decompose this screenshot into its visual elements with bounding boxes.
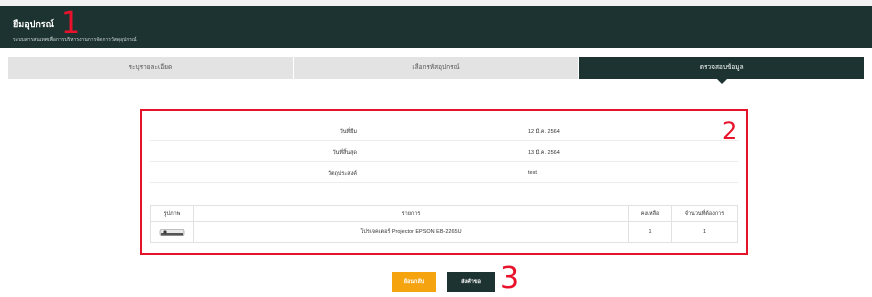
page-title: ยืมอุปกรณ์: [13, 19, 54, 29]
item-image-cell: [150, 221, 194, 243]
items-table-header: รูปภาพ รายการ คงเหลือ จำนวนที่ต้องการ: [150, 205, 738, 222]
item-column-header: รายการ: [193, 205, 629, 222]
purpose-label: วัตถุประสงค์: [327, 171, 357, 177]
summary-row: วัตถุประสงค์ test: [150, 162, 738, 183]
tab-specify-details[interactable]: ระบุรายละเอียด: [8, 57, 294, 79]
end-date-label: วันที่สิ้นสุด: [332, 150, 357, 156]
submit-request-button[interactable]: ส่งคำขอ: [447, 272, 495, 292]
summary-row: วันที่ยืม 12 มี.ค. 2564: [150, 120, 738, 141]
tab-review-data-label: ตรวจสอบข้อมูล: [699, 64, 744, 71]
review-panel: วันที่ยืม 12 มี.ค. 2564 วันที่สิ้นสุด 13…: [140, 109, 748, 255]
item-name-cell: โปรเจคเตอร์ Projector EPSON EB-2265U: [193, 221, 629, 243]
borrow-date-label: วันที่ยืม: [339, 129, 357, 135]
items-table: รูปภาพ รายการ คงเหลือ จำนวนที่ต้องการ โป…: [150, 205, 738, 243]
summary-row: วันที่สิ้นสุด 13 มี.ค. 2564: [150, 141, 738, 162]
annotation-step-3: 3: [500, 261, 520, 296]
tab-select-equipment[interactable]: เลือกรหัสอุปกรณ์: [293, 57, 580, 79]
annotation-step-2: 2: [722, 117, 738, 145]
tab-review-data[interactable]: ตรวจสอบข้อมูล: [579, 57, 865, 84]
item-quantity-cell: 1: [671, 221, 738, 243]
remaining-column-header: คงเหลือ: [628, 205, 672, 222]
annotation-step-1: 1: [61, 6, 81, 41]
page-header: ยืมอุปกรณ์ ระบบสารสนเทศเพื่อการบริหารงาน…: [0, 6, 872, 48]
back-button[interactable]: ย้อนกลับ: [392, 272, 436, 292]
summary-list: วันที่ยืม 12 มี.ค. 2564 วันที่สิ้นสุด 13…: [150, 120, 738, 183]
step-tabs: ระบุรายละเอียด เลือกรหัสอุปกรณ์ ตรวจสอบข…: [8, 57, 865, 84]
quantity-column-header: จำนวนที่ต้องการ: [671, 205, 738, 222]
active-tab-arrow: [716, 79, 727, 84]
purpose-value: test: [528, 170, 537, 176]
borrow-date-value: 12 มี.ค. 2564: [528, 129, 560, 135]
table-row: โปรเจคเตอร์ Projector EPSON EB-2265U 1 1: [150, 221, 738, 243]
item-remaining-cell: 1: [628, 221, 672, 243]
projector-icon: [159, 228, 185, 236]
end-date-value: 13 มี.ค. 2564: [528, 150, 560, 156]
image-column-header: รูปภาพ: [150, 205, 194, 222]
